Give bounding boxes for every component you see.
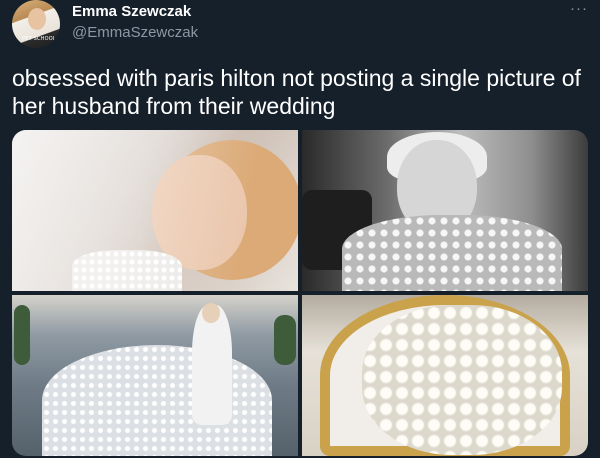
photo-bride-veil[interactable] xyxy=(12,130,298,291)
photo-wedding-gown-train[interactable] xyxy=(12,295,298,456)
author-handle[interactable]: @EmmaSzewczak xyxy=(72,24,198,41)
more-options-icon[interactable]: ··· xyxy=(570,0,588,17)
avatar[interactable]: PET SCHOOL xyxy=(12,0,60,48)
photo-veil xyxy=(12,130,298,291)
tweet-text: obsessed with paris hilton not posting a… xyxy=(12,65,581,119)
media-grid xyxy=(12,130,588,456)
photo-gown-train xyxy=(42,345,272,456)
photo-lace-dress xyxy=(342,215,562,291)
photo-tree xyxy=(274,315,296,365)
photo-bride-figure xyxy=(192,305,232,425)
photo-tree xyxy=(14,305,30,365)
photo-face xyxy=(202,303,220,323)
author-name[interactable]: Emma Szewczak xyxy=(72,3,191,20)
photo-white-rose-heart[interactable] xyxy=(302,295,588,456)
avatar-face xyxy=(28,8,46,30)
photo-rose-heart xyxy=(362,305,562,455)
avatar-caption: PET SCHOOL xyxy=(22,36,56,42)
tweet: PET SCHOOL Emma Szewczak @EmmaSzewczak ·… xyxy=(0,0,600,458)
photo-bride-closeup-bw[interactable] xyxy=(302,130,588,291)
